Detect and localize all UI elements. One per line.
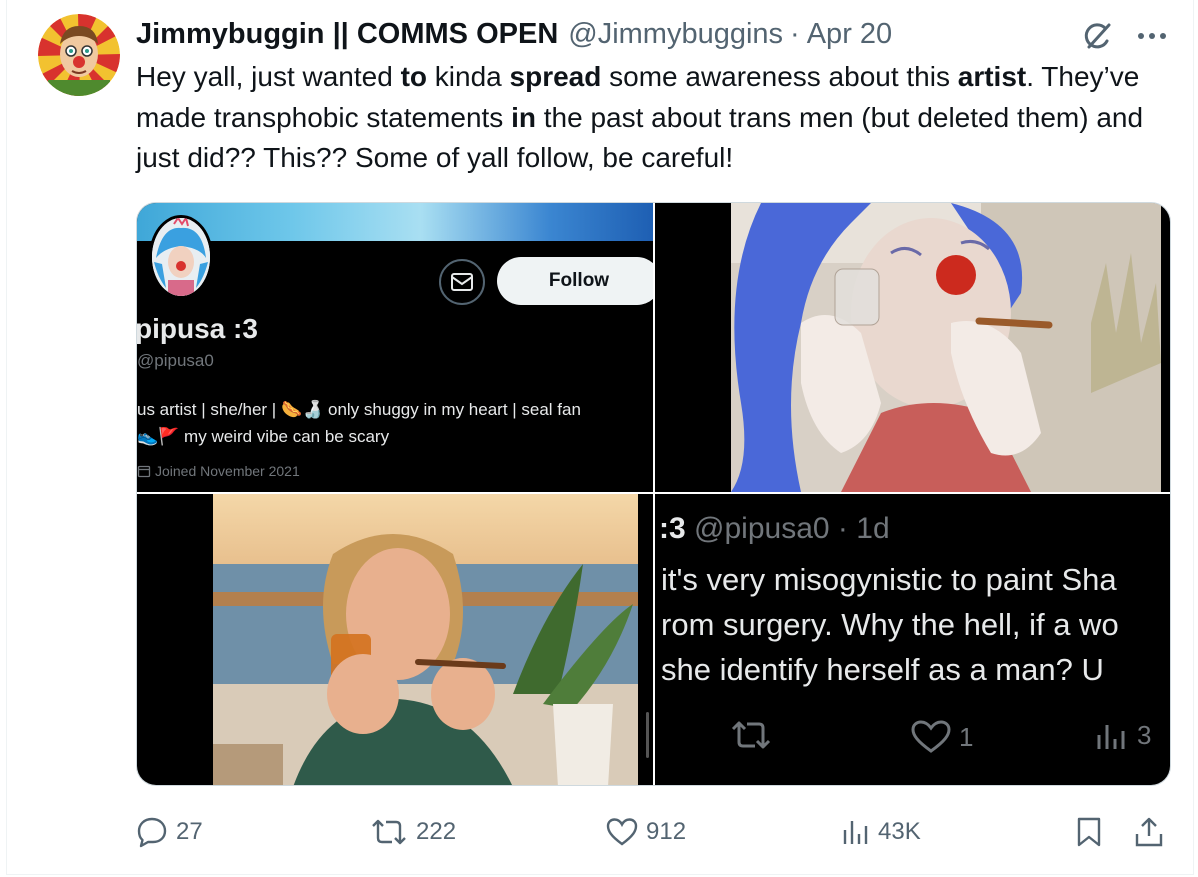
profile-banner	[137, 203, 653, 241]
media-image-post-screenshot[interactable]: :3 @pipusa0 · 1d it's very misogynistic …	[655, 494, 1170, 785]
profile-bio-line-2: 👟🚩 my weird vibe can be scary	[137, 427, 390, 446]
header-separator: ·	[790, 17, 800, 50]
quoted-post-line-1: it's very misogynistic to paint Sha	[661, 562, 1117, 597]
views-button[interactable]: 43K	[842, 810, 921, 854]
more-options-icon[interactable]	[1132, 18, 1172, 54]
repost-count: 222	[416, 818, 457, 845]
share-button[interactable]	[1134, 810, 1164, 854]
like-button[interactable]: 912	[606, 810, 686, 854]
quoted-like: 1	[911, 720, 973, 754]
quoted-views-icon	[1097, 724, 1125, 749]
tweet-text-segment: kinda	[427, 61, 510, 92]
bookmark-icon	[1077, 817, 1101, 847]
tweet-date[interactable]: Apr 20	[807, 18, 892, 51]
mail-icon	[451, 273, 473, 291]
views-count: 43K	[878, 818, 921, 845]
share-icon	[1135, 817, 1163, 847]
video-scrollbar[interactable]	[646, 712, 649, 758]
profile-handle: @pipusa0	[137, 351, 214, 370]
tweet-text-segment: spread	[509, 61, 602, 92]
message-button[interactable]	[439, 259, 485, 305]
views-icon	[843, 821, 868, 844]
quoted-post-time: 1d	[856, 512, 890, 545]
grok-icon[interactable]	[1080, 18, 1116, 54]
tweet-header: Jimmybuggin || COMMS OPEN @Jimmybuggins …	[136, 14, 892, 54]
reply-icon	[137, 817, 167, 848]
quoted-views-count: 3	[1137, 720, 1152, 750]
reply-count: 27	[176, 818, 203, 845]
media-grid[interactable]: Follow pipusa :3 @pipusa0 us artist | sh…	[136, 202, 1171, 786]
quoted-post-separator: ·	[837, 512, 848, 545]
media-image-profile-screenshot[interactable]: Follow pipusa :3 @pipusa0 us artist | sh…	[137, 203, 653, 492]
media-image-photo[interactable]	[137, 494, 653, 785]
profile-picture	[149, 215, 213, 299]
profile-joined-text: Joined November 2021	[155, 463, 300, 479]
profile-bio-line-1: us artist | she/her | 🌭🍶 only shuggy in …	[137, 400, 581, 419]
reply-button[interactable]: 27	[136, 810, 203, 854]
author-avatar[interactable]	[38, 14, 120, 96]
tweet-text-segment: in	[511, 101, 536, 133]
quoted-like-count: 1	[959, 721, 974, 752]
avatar-illustration	[38, 14, 120, 96]
author-handle[interactable]: @Jimmybuggins	[568, 18, 783, 51]
author-display-name[interactable]: Jimmybuggin || COMMS OPEN	[136, 18, 558, 51]
repost-icon	[372, 819, 406, 845]
tweet-text-segment: Hey yall, just wanted	[136, 61, 401, 92]
quoted-repost-icon	[729, 720, 773, 750]
quoted-post-line-2: rom surgery. Why the hell, if a wo	[661, 607, 1119, 642]
quoted-post-header: :3 @pipusa0 · 1d	[659, 512, 890, 546]
quoted-heart-icon	[911, 720, 951, 753]
tweet-text-segment: to	[400, 61, 428, 92]
calendar-icon	[137, 465, 151, 478]
follow-button[interactable]: Follow	[497, 257, 653, 305]
media-image-artwork[interactable]	[655, 203, 1170, 492]
photo-illustration	[213, 494, 638, 785]
quoted-post-actions: 1 3	[655, 720, 1170, 760]
like-count: 912	[646, 818, 687, 845]
quoted-post-name: :3	[659, 512, 686, 545]
bookmark-button[interactable]	[1076, 810, 1102, 854]
profile-joined: Joined November 2021	[137, 463, 300, 479]
profile-name: pipusa :3	[137, 313, 258, 344]
quoted-post-line-3: she identify herself as a man? U	[661, 652, 1104, 687]
tweet-text: Hey yall, just wanted to kinda spread so…	[136, 57, 1176, 179]
tweet-actions: 27 222 912 43K	[136, 810, 1176, 854]
tweet-text-segment: artist	[957, 61, 1027, 92]
quoted-post-handle: @pipusa0	[694, 512, 830, 545]
quoted-views: 3	[1095, 720, 1151, 751]
artwork-illustration	[731, 203, 1161, 492]
tweet-text-segment: some awareness about this	[601, 61, 958, 92]
heart-icon	[606, 818, 638, 846]
repost-button[interactable]: 222	[370, 810, 456, 854]
